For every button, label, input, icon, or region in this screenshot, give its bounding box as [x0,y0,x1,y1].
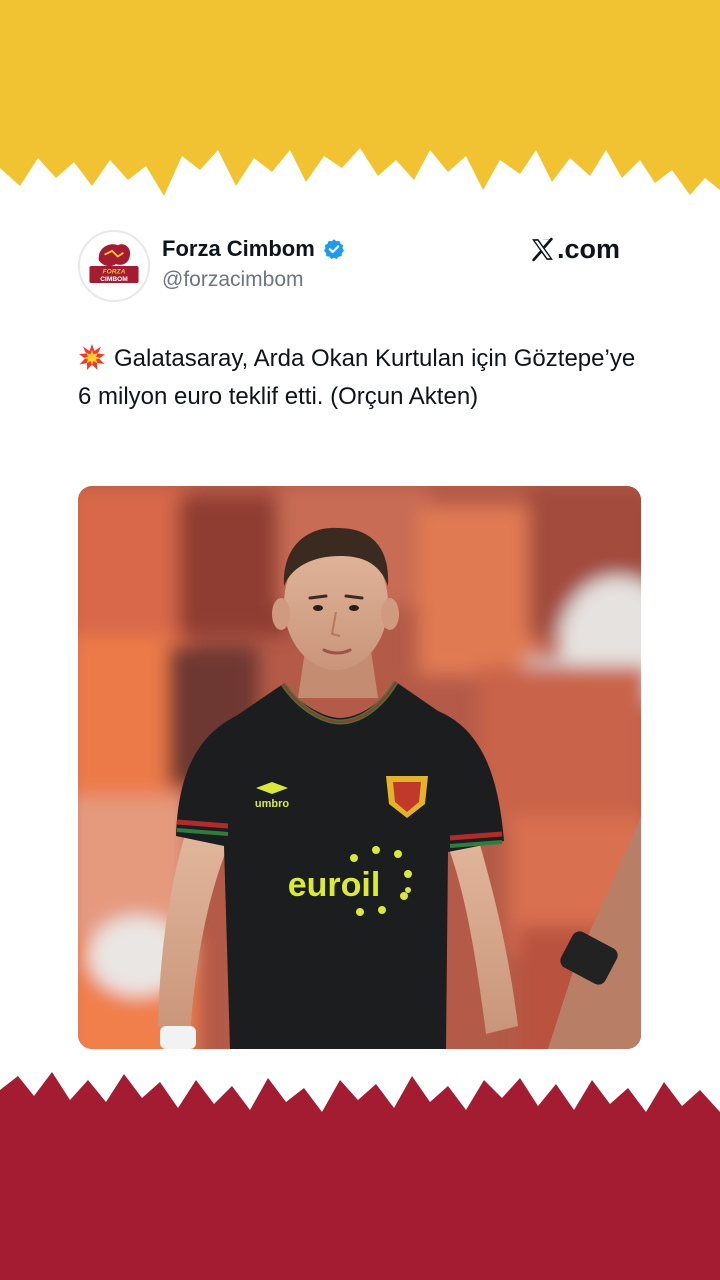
logo-text-top: FORZA [103,269,126,276]
logo-text-bottom: CIMBOM [100,276,128,283]
author-row: Forza Cimbom [162,236,345,262]
collision-icon [79,344,105,370]
player-photo-illustration: umbro euroil [78,486,641,1049]
kit-brand-text: umbro [255,798,290,810]
avatar[interactable]: FORZA CIMBOM [78,230,150,302]
site-label: .com [557,234,621,264]
tweet-body: Galatasaray, Arda Okan Kurtulan için Göz… [78,345,636,410]
forza-cimbom-logo: FORZA CIMBOM [81,233,147,299]
x-com-label[interactable]: .com [530,234,620,265]
handle[interactable]: @forzacimbom [162,268,304,292]
jersey-sponsor-text: euroil [288,866,381,904]
verified-badge-icon [323,239,344,259]
tweet-photo[interactable]: umbro euroil [78,486,641,1049]
x-logo-icon [532,237,553,262]
display-name[interactable]: Forza Cimbom [162,236,315,262]
tweet-text: Galatasaray, Arda Okan Kurtulan için Göz… [78,340,638,416]
tweet-card: FORZA CIMBOM Forza Cimbom @forzacimbom .… [0,0,720,1280]
